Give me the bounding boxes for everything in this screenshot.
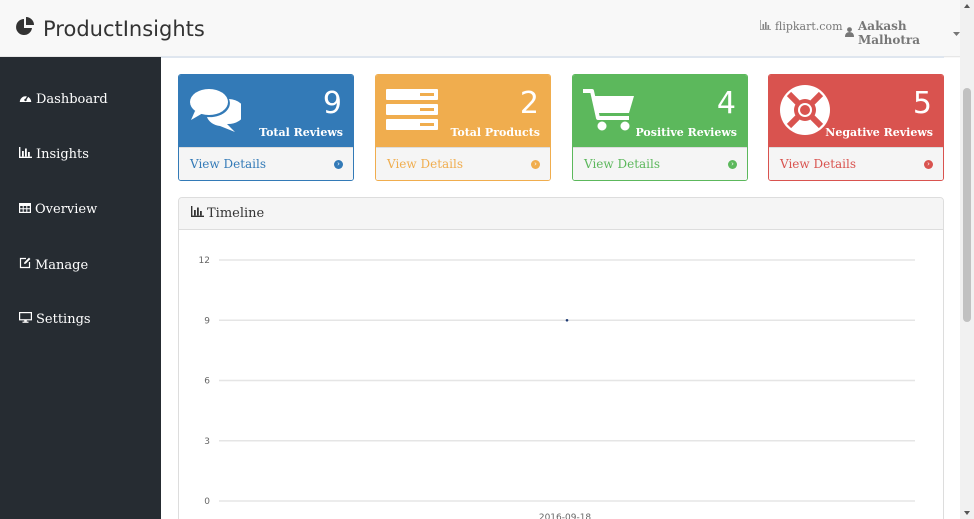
user-name: Aakash Malhotra	[858, 19, 920, 47]
table-icon	[19, 202, 32, 217]
view-details-label: View Details	[780, 157, 857, 171]
top-navbar: ProductInsights flipkart.com Aakash Malh…	[0, 0, 960, 57]
scroll-up-arrow-icon[interactable]	[964, 4, 970, 8]
view-details-label: View Details	[190, 157, 267, 171]
sidebar-item-label: Manage	[35, 257, 89, 273]
card-label: Total Reviews	[259, 126, 343, 139]
view-details-link[interactable]: View Details ›	[573, 147, 747, 180]
view-details-link[interactable]: View Details ›	[376, 147, 550, 180]
card-count: 5	[912, 86, 932, 121]
pie-chart-icon	[15, 17, 35, 41]
card-label: Total Products	[450, 126, 540, 139]
edit-icon	[19, 257, 31, 273]
sidebar-item-settings[interactable]: Settings	[19, 312, 91, 327]
user-menu[interactable]: Aakash Malhotra	[845, 19, 960, 47]
arrow-circle-right-icon: ›	[924, 159, 933, 169]
user-icon	[845, 26, 854, 40]
card-header: 9 Total Reviews	[179, 75, 353, 149]
x-tick-label: 2016-09-18	[539, 513, 592, 519]
sidebar-item-label: Dashboard	[36, 92, 108, 107]
y-tick-label: 9	[204, 316, 210, 326]
y-tick-label: 0	[204, 497, 210, 507]
card-header: 2 Total Products	[376, 75, 550, 149]
server-icon	[386, 87, 438, 135]
sidebar: Dashboard Insights Overview Manage Setti…	[0, 57, 161, 519]
source-link-label: flipkart.com	[775, 20, 843, 33]
arrow-circle-right-icon: ›	[531, 159, 540, 169]
view-details-link[interactable]: View Details ›	[179, 147, 353, 180]
sidebar-item-manage[interactable]: Manage	[19, 257, 88, 273]
source-link[interactable]: flipkart.com	[759, 20, 843, 33]
sidebar-item-dashboard[interactable]: Dashboard	[19, 92, 108, 107]
bar-chart-icon	[759, 20, 771, 33]
comments-icon	[189, 87, 245, 137]
view-details-label: View Details	[584, 157, 661, 171]
sidebar-item-label: Settings	[36, 312, 91, 327]
card-header: 4 Positive Reviews	[573, 75, 747, 149]
card-count: 4	[716, 86, 736, 121]
brand[interactable]: ProductInsights	[15, 16, 205, 42]
card-label: Negative Reviews	[825, 126, 933, 139]
panel-title: Timeline	[207, 206, 265, 221]
card-total-reviews: 9 Total Reviews View Details ›	[178, 74, 354, 181]
brand-title: ProductInsights	[43, 17, 205, 41]
panel-header: Timeline	[179, 198, 943, 230]
card-positive-reviews: 4 Positive Reviews View Details ›	[572, 74, 748, 181]
card-total-products: 2 Total Products View Details ›	[375, 74, 551, 181]
dashboard-icon	[19, 92, 32, 107]
chart-point[interactable]	[565, 318, 569, 322]
scroll-down-arrow-icon[interactable]	[964, 511, 970, 515]
caret-down-icon	[953, 26, 960, 40]
y-tick-label: 3	[204, 437, 210, 447]
view-details-link[interactable]: View Details ›	[769, 147, 943, 180]
scrollbar[interactable]	[960, 0, 974, 519]
y-tick-label: 12	[199, 256, 210, 266]
card-count: 9	[322, 86, 342, 121]
shopping-cart-icon	[583, 87, 635, 137]
sidebar-item-label: Insights	[36, 147, 89, 162]
view-details-label: View Details	[387, 157, 464, 171]
life-ring-icon	[779, 85, 831, 140]
timeline-chart: 12 9 6 3 0 2016-09-18	[199, 256, 915, 519]
sidebar-item-insights[interactable]: Insights	[19, 147, 89, 162]
sidebar-item-overview[interactable]: Overview	[19, 202, 97, 217]
desktop-icon	[19, 312, 33, 327]
arrow-circle-right-icon: ›	[728, 159, 737, 169]
card-negative-reviews: 5 Negative Reviews View Details ›	[768, 74, 944, 181]
y-tick-label: 6	[204, 377, 210, 387]
bar-chart-icon	[191, 206, 204, 221]
scrollbar-thumb[interactable]	[963, 88, 971, 322]
card-header: 5 Negative Reviews	[769, 75, 943, 149]
sidebar-item-label: Overview	[35, 202, 98, 217]
timeline-panel: Timeline 12 9 6 3 0 2016-09-18	[178, 197, 944, 519]
card-count: 2	[519, 86, 539, 121]
card-label: Positive Reviews	[635, 126, 737, 139]
arrow-circle-right-icon: ›	[334, 159, 343, 169]
bar-chart-icon	[19, 147, 32, 162]
